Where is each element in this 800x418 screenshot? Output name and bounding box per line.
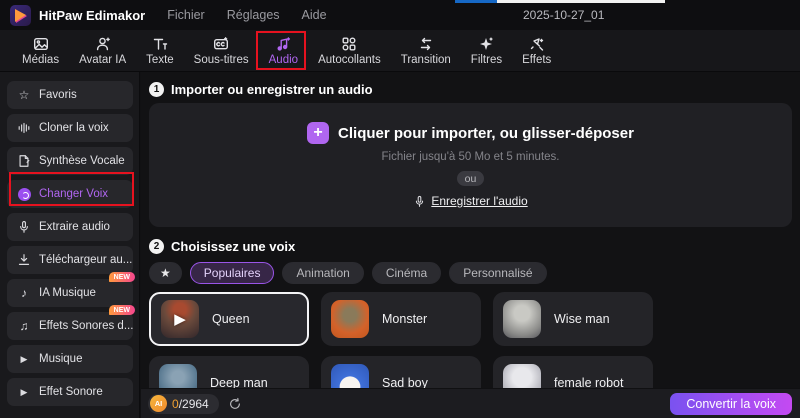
tab-medias[interactable]: Médias	[12, 30, 69, 72]
tab-transition[interactable]: Transition	[391, 30, 461, 72]
favorites-filter-chip[interactable]: ★	[149, 262, 182, 284]
step2-number-badge: 2	[149, 239, 164, 254]
menu-aide[interactable]: Aide	[302, 8, 327, 22]
filter-chip-animation[interactable]: Animation	[282, 262, 364, 284]
sidebar-item-changer-voix[interactable]: Changer Voix	[7, 180, 133, 208]
ai-badge-icon: AI	[150, 395, 167, 412]
voice-thumbnail	[331, 300, 369, 338]
download-icon	[16, 253, 32, 267]
sidebar-item-cloner-la-voix[interactable]: Cloner la voix	[7, 114, 133, 142]
sidebar-item-synthese-vocale[interactable]: Synthèse Vocale	[7, 147, 133, 175]
avatar-icon	[95, 36, 111, 53]
or-separator: ou	[456, 171, 485, 186]
voice-filter-row: ★ Populaires Animation Cinéma Personnali…	[149, 262, 800, 284]
sparkle-icon	[478, 36, 494, 53]
filter-chip-cinema[interactable]: Cinéma	[371, 262, 442, 284]
sidebar-item-effet-sonore[interactable]: ▶ Effet Sonore	[7, 378, 133, 406]
footer-bar: AI 0 /2964 Convertir la voix	[141, 388, 800, 418]
step1-number-badge: 1	[149, 82, 164, 97]
plus-import-icon[interactable]: +	[307, 122, 330, 144]
ai-credits-pill[interactable]: AI 0 /2964	[148, 393, 219, 414]
play-icon[interactable]: ▶	[161, 300, 199, 338]
convert-voice-button[interactable]: Convertir la voix	[670, 393, 792, 415]
cc-icon	[213, 36, 229, 53]
tab-autocollants[interactable]: Autocollants	[308, 30, 391, 72]
top-edge-artifact-white	[497, 0, 665, 3]
tab-audio[interactable]: Audio	[259, 30, 308, 72]
titlebar: HitPaw Edimakor Fichier Réglages Aide 20…	[0, 0, 800, 30]
filter-chip-personnalise[interactable]: Personnalisé	[449, 262, 547, 284]
sidebar-item-telechargeur-audio[interactable]: Téléchargeur au...	[7, 246, 133, 274]
stickers-icon	[341, 36, 357, 53]
voice-card-queen[interactable]: ▶ Queen	[149, 292, 309, 346]
refresh-icon[interactable]	[228, 397, 242, 411]
step1-title: Importer ou enregistrer un audio	[171, 82, 373, 97]
star-filled-icon: ★	[160, 266, 171, 280]
import-dropzone[interactable]: + Cliquer pour importer, ou glisser-dépo…	[149, 103, 792, 227]
voice-card-wise-man[interactable]: Wise man	[493, 292, 653, 346]
tab-sous-titres[interactable]: Sous-titres	[184, 30, 259, 72]
new-badge: NEW	[108, 305, 135, 315]
new-badge: NEW	[108, 272, 135, 282]
tab-effets[interactable]: Effets	[512, 30, 561, 72]
sidebar-item-musique[interactable]: ▶ Musique	[7, 345, 133, 373]
menu-reglages[interactable]: Réglages	[227, 8, 280, 22]
play-icon: ▶	[20, 386, 28, 397]
step2-title: Choisissez une voix	[171, 239, 296, 254]
tab-avatar-ia[interactable]: Avatar IA	[69, 30, 136, 72]
music-note-icon	[275, 36, 291, 53]
tab-filtres[interactable]: Filtres	[461, 30, 512, 72]
sidebar-item-effets-sonores[interactable]: ♫ Effets Sonores d... NEW	[7, 305, 135, 340]
record-audio-link[interactable]: Enregistrer l'audio	[413, 194, 528, 208]
app-logo-icon	[10, 4, 31, 26]
import-cta-text: Cliquer pour importer, ou glisser-dépose…	[338, 124, 634, 142]
music-notes-icon: ♫	[19, 319, 29, 333]
microphone-icon	[413, 195, 426, 208]
document-title: 2025-10-27_01	[523, 8, 605, 22]
sidebar: ☆ Favoris Cloner la voix Synthèse Vocale…	[0, 72, 140, 418]
tab-texte[interactable]: Texte	[136, 30, 184, 72]
sidebar-item-extraire-audio[interactable]: Extraire audio	[7, 213, 133, 241]
sidebar-item-favoris[interactable]: ☆ Favoris	[7, 81, 133, 109]
play-icon: ▶	[20, 353, 28, 364]
file-limit-hint: Fichier jusqu'à 50 Mo et 5 minutes.	[381, 151, 560, 163]
voice-changer-icon	[16, 187, 32, 201]
record-audio-label: Enregistrer l'audio	[431, 194, 528, 208]
music-sparkle-icon: ♪	[21, 286, 27, 300]
document-pencil-icon	[16, 154, 32, 168]
main-panel: 1 Importer ou enregistrer un audio + Cli…	[141, 72, 800, 418]
voice-thumbnail	[503, 300, 541, 338]
waveform-icon	[16, 121, 32, 135]
step1-header: 1 Importer ou enregistrer un audio	[149, 82, 800, 97]
top-edge-artifact-blue	[455, 0, 497, 3]
credits-total: /2964	[178, 396, 209, 411]
transition-arrows-icon	[418, 36, 434, 53]
step2-header: 2 Choisissez une voix	[149, 239, 800, 254]
wand-icon	[529, 36, 545, 53]
media-icon	[33, 36, 49, 53]
filter-chip-populaires[interactable]: Populaires	[189, 262, 275, 284]
menu-fichier[interactable]: Fichier	[167, 8, 205, 22]
sidebar-item-ia-musique[interactable]: ♪ IA Musique NEW	[7, 272, 135, 307]
tabbar: Médias Avatar IA Texte Sous-titres Audio…	[0, 30, 800, 72]
voice-thumbnail: ▶	[161, 300, 199, 338]
microphone-icon	[16, 220, 32, 234]
star-icon: ☆	[18, 88, 30, 102]
voice-card-monster[interactable]: Monster	[321, 292, 481, 346]
text-icon	[152, 36, 168, 53]
app-name: HitPaw Edimakor	[39, 7, 146, 23]
credits-used: 0	[172, 396, 179, 411]
